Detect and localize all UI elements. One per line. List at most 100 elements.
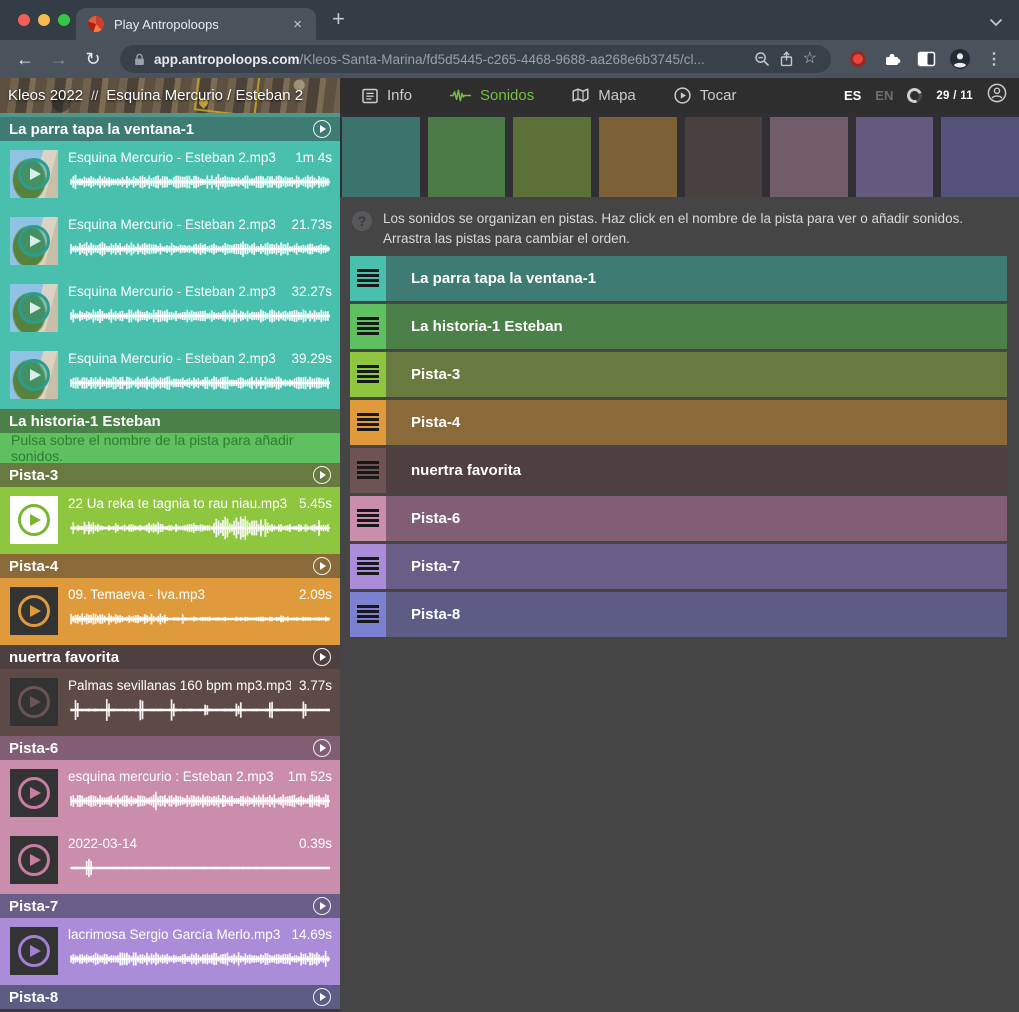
bookmark-star-icon[interactable]: ☆ — [803, 51, 817, 67]
play-track-icon[interactable] — [313, 120, 331, 138]
browser-tab[interactable]: Play Antropoloops × — [76, 8, 316, 40]
drag-handle[interactable] — [350, 448, 386, 493]
track-color-swatch[interactable] — [513, 117, 591, 197]
play-sound-icon[interactable] — [18, 225, 50, 257]
play-sound-icon[interactable] — [18, 359, 50, 391]
play-sound-icon[interactable] — [18, 292, 50, 324]
play-sound-icon[interactable] — [18, 777, 50, 809]
sound-item[interactable]: Palmas sevillanas 160 bpm mp3.mp3 3.77s — [0, 669, 340, 736]
sound-thumbnail[interactable] — [10, 678, 58, 726]
close-window-button[interactable] — [18, 14, 30, 26]
sidebar-track: Pista-8 — [0, 985, 340, 1009]
play-track-icon[interactable] — [313, 557, 331, 575]
browser-menu-icon[interactable]: ⋮ — [979, 49, 1009, 69]
play-sound-icon[interactable] — [18, 504, 50, 536]
track-header[interactable]: nuertra favorita — [0, 645, 340, 669]
drag-handle[interactable] — [350, 496, 386, 541]
project-name[interactable]: Kleos 2022 — [8, 87, 83, 104]
track-row[interactable]: nuertra favorita — [350, 448, 1007, 493]
sound-item[interactable]: 22 Ua reka te tagnia to rau niau.mp3 5.4… — [0, 487, 340, 554]
share-icon[interactable] — [779, 51, 794, 67]
track-color-swatch[interactable] — [342, 117, 420, 197]
sound-thumbnail[interactable] — [10, 217, 58, 265]
play-sound-icon[interactable] — [18, 595, 50, 627]
sound-thumbnail[interactable] — [10, 284, 58, 332]
track-row[interactable]: Pista-3 — [350, 352, 1007, 397]
drag-handle[interactable] — [350, 304, 386, 349]
sound-thumbnail[interactable] — [10, 769, 58, 817]
track-header[interactable]: La parra tapa la ventana-1 — [0, 117, 340, 141]
play-track-icon[interactable] — [313, 739, 331, 757]
track-color-swatch[interactable] — [941, 117, 1019, 197]
drag-handle[interactable] — [350, 400, 386, 445]
help-question-icon: ? — [352, 211, 372, 231]
minimize-window-button[interactable] — [38, 14, 50, 26]
track-color-swatch[interactable] — [685, 117, 763, 197]
track-header[interactable]: Pista-6 — [0, 736, 340, 760]
track-color-swatch[interactable] — [428, 117, 506, 197]
lang-en[interactable]: EN — [875, 88, 893, 103]
track-header[interactable]: Pista-8 — [0, 985, 340, 1009]
sound-thumbnail[interactable] — [10, 150, 58, 198]
zoom-out-icon[interactable] — [754, 51, 770, 67]
tab-sonidos[interactable]: Sonidos — [450, 87, 534, 104]
close-tab-icon[interactable]: × — [291, 15, 304, 34]
play-sound-icon[interactable] — [18, 844, 50, 876]
sidebar-track: La historia-1 Esteban Pulsa sobre el nom… — [0, 409, 340, 463]
sound-item[interactable]: 2022-03-14 0.39s — [0, 827, 340, 894]
track-row[interactable]: Pista-7 — [350, 544, 1007, 589]
play-sound-icon[interactable] — [18, 158, 50, 190]
sound-thumbnail[interactable] — [10, 587, 58, 635]
track-row[interactable]: Pista-8 — [350, 592, 1007, 637]
track-header[interactable]: La historia-1 Esteban — [0, 409, 340, 433]
drag-handle[interactable] — [350, 352, 386, 397]
play-track-icon[interactable] — [313, 897, 331, 915]
track-header[interactable]: Pista-7 — [0, 894, 340, 918]
lang-es[interactable]: ES — [844, 88, 861, 103]
sound-item[interactable]: lacrimosa Sergio García Merlo.mp3 14.69s — [0, 918, 340, 985]
sound-thumbnail[interactable] — [10, 836, 58, 884]
sound-thumbnail[interactable] — [10, 927, 58, 975]
track-row[interactable]: Pista-6 — [350, 496, 1007, 541]
record-indicator[interactable] — [850, 51, 866, 67]
tab-tocar[interactable]: Tocar — [674, 87, 737, 104]
fullscreen-window-button[interactable] — [58, 14, 70, 26]
sound-thumbnail[interactable] — [10, 496, 58, 544]
sound-thumbnail[interactable] — [10, 351, 58, 399]
play-sound-icon[interactable] — [18, 935, 50, 967]
drag-handle[interactable] — [350, 256, 386, 301]
extensions-puzzle-icon[interactable] — [877, 50, 907, 68]
drag-handle[interactable] — [350, 544, 386, 589]
track-row[interactable]: Pista-4 — [350, 400, 1007, 445]
sound-item[interactable]: 09. Temaeva - Iva.mp3 2.09s — [0, 578, 340, 645]
side-panel-icon[interactable] — [911, 51, 941, 67]
sound-duration: 39.29s — [291, 351, 332, 366]
track-header[interactable]: Pista-3 — [0, 463, 340, 487]
sound-item[interactable]: Esquina Mercurio - Esteban 2.mp3 1m 4s — [0, 141, 340, 208]
back-button[interactable]: ← — [10, 50, 40, 68]
tab-search-chevron-icon[interactable] — [989, 14, 1003, 32]
track-color-swatch[interactable] — [770, 117, 848, 197]
play-track-icon[interactable] — [313, 466, 331, 484]
track-color-swatch[interactable] — [856, 117, 934, 197]
account-icon[interactable] — [987, 83, 1007, 108]
address-bar[interactable]: app.antropoloops.com/Kleos-Santa-Marina/… — [120, 45, 831, 73]
reload-button[interactable]: ↻ — [78, 50, 108, 68]
track-header[interactable]: Pista-4 — [0, 554, 340, 578]
forward-button[interactable]: → — [44, 50, 74, 68]
play-track-icon[interactable] — [313, 648, 331, 666]
play-track-icon[interactable] — [313, 988, 331, 1006]
sound-item[interactable]: Esquina Mercurio - Esteban 2.mp3 32.27s — [0, 275, 340, 342]
new-tab-button[interactable]: + — [332, 8, 345, 30]
sound-item[interactable]: Esquina Mercurio - Esteban 2.mp3 39.29s — [0, 342, 340, 409]
profile-avatar[interactable] — [945, 48, 975, 70]
track-row[interactable]: La parra tapa la ventana-1 — [350, 256, 1007, 301]
tab-info[interactable]: Info — [362, 87, 412, 104]
tab-mapa[interactable]: Mapa — [572, 87, 636, 104]
play-sound-icon[interactable] — [18, 686, 50, 718]
track-row[interactable]: La historia-1 Esteban — [350, 304, 1007, 349]
sound-item[interactable]: esquina mercurio : Esteban 2.mp3 1m 52s — [0, 760, 340, 827]
track-color-swatch[interactable] — [599, 117, 677, 197]
sound-item[interactable]: Esquina Mercurio - Esteban 2.mp3 21.73s — [0, 208, 340, 275]
drag-handle[interactable] — [350, 592, 386, 637]
